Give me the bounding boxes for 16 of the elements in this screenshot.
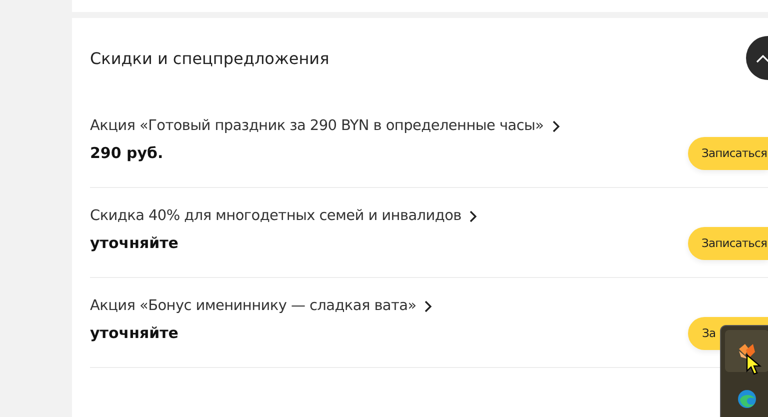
offer-link[interactable]: Акция «Бонус имениннику — сладкая вата»: [90, 298, 416, 314]
section-title: Скидки и спецпредложения: [90, 48, 330, 68]
offer-link[interactable]: Скидка 40% для многодетных семей и инвалидов: [90, 208, 462, 224]
offer-price: уточняйте: [90, 324, 178, 342]
app-tile[interactable]: [725, 330, 768, 372]
book-button[interactable]: Записаться: [688, 226, 768, 260]
offer-price: 290 руб.: [90, 144, 164, 162]
chevron-up-icon: [756, 54, 768, 62]
cursor-icon: [746, 354, 762, 376]
chevron-right-icon: [469, 210, 478, 222]
chevron-right-icon: [552, 120, 560, 132]
swirl-app-icon: [736, 388, 758, 410]
offer-price: уточняйте: [90, 234, 178, 252]
offer-link[interactable]: Акция «Готовый праздник за 290 BYN в определенные часы»: [90, 118, 544, 134]
chevron-right-icon: [424, 300, 432, 312]
book-button[interactable]: Записаться: [688, 136, 768, 170]
